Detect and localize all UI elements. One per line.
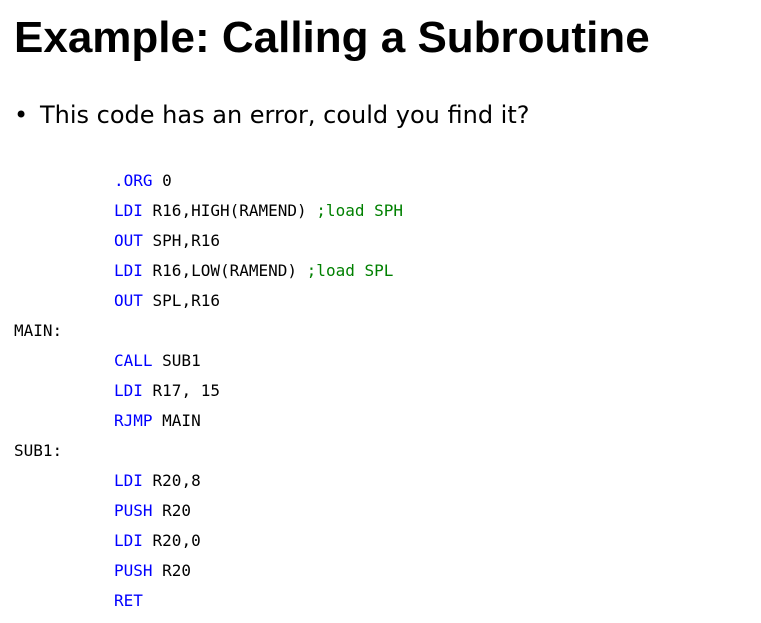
code-keyword: PUSH [114, 561, 153, 580]
code-line: LDI R16,HIGH(RAMEND) ;load SPH [14, 196, 403, 226]
code-operands: SUB1 [152, 351, 201, 370]
code-operands: R20,0 [142, 531, 201, 550]
code-operands: SPH,R16 [142, 231, 220, 250]
slide-title: Example: Calling a Subroutine [14, 13, 650, 62]
code-line: .ORG 0 [14, 166, 403, 196]
code-comment: ;load SPH [316, 201, 403, 220]
code-operands: 0 [152, 171, 172, 190]
code-operands: R16,HIGH(RAMEND) [142, 201, 317, 220]
code-keyword: RET [114, 591, 143, 610]
code-keyword: LDI [114, 381, 143, 400]
code-keyword: .ORG [114, 171, 153, 190]
code-line: LDI R20,0 [14, 526, 403, 556]
bullet-item: • This code has an error, could you find … [14, 95, 530, 135]
code-line: LDI R17, 15 [14, 376, 403, 406]
code-comment: ;load SPL [306, 261, 394, 280]
code-line: RJMP MAIN [14, 406, 403, 436]
code-keyword: CALL [114, 351, 153, 370]
code-operands: R20 [152, 561, 192, 580]
code-line: PUSH R20 [14, 556, 403, 586]
code-line: LDI R20,8 [14, 466, 403, 496]
code-operands: R20,8 [142, 471, 201, 490]
code-keyword: OUT [114, 291, 143, 310]
code-operands: SPL,R16 [142, 291, 220, 310]
code-line: OUT SPH,R16 [14, 226, 403, 256]
code-line: PUSH R20 [14, 496, 403, 526]
code-block: .ORG 0 LDI R16,HIGH(RAMEND) ;load SPH OUT … [14, 166, 403, 616]
bullet-text: This code has an error, could you find i… [40, 101, 530, 129]
slide: Example: Calling a Subroutine • This code… [0, 0, 761, 623]
code-operands: R16,LOW(RAMEND) [142, 261, 307, 280]
code-label: MAIN: [14, 321, 63, 340]
code-operands: R20 [152, 501, 192, 520]
code-operands: MAIN [152, 411, 201, 430]
code-keyword: LDI [114, 531, 143, 550]
bullet-dot-icon: • [14, 101, 29, 129]
code-line: RET [14, 586, 403, 616]
code-keyword: PUSH [114, 501, 153, 520]
code-line: OUT SPL,R16 [14, 286, 403, 316]
code-line: CALL SUB1 [14, 346, 403, 376]
code-operands: R17, 15 [142, 381, 220, 400]
code-keyword: RJMP [114, 411, 153, 430]
code-keyword: LDI [114, 261, 143, 280]
code-line: LDI R16,LOW(RAMEND) ;load SPL [14, 256, 403, 286]
code-label: SUB1: [14, 441, 63, 460]
code-keyword: OUT [114, 231, 143, 250]
code-keyword: LDI [114, 201, 143, 220]
code-keyword: LDI [114, 471, 143, 490]
